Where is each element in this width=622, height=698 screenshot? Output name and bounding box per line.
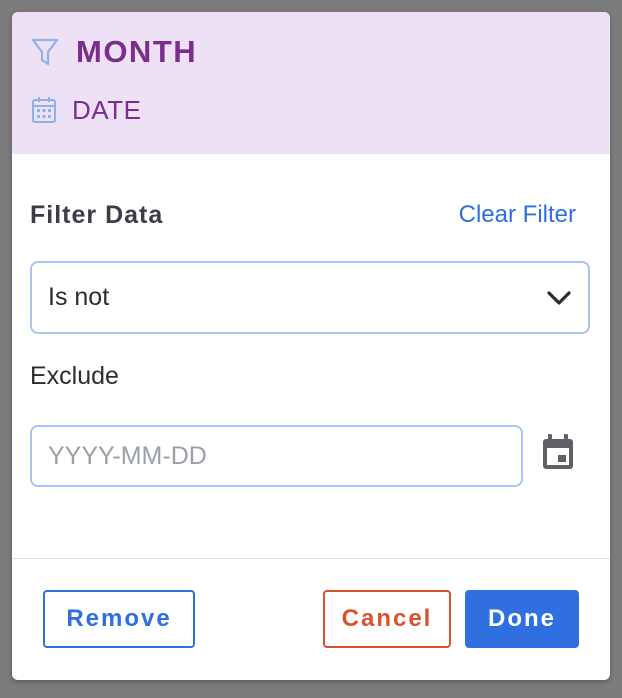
filter-dialog: MONTH DATE Filter Data Clear Filter Is n… <box>12 12 610 680</box>
dialog-title: MONTH <box>76 34 198 69</box>
dialog-subtitle: DATE <box>72 94 142 125</box>
footer-divider <box>12 558 610 559</box>
remove-button[interactable]: Remove <box>43 590 195 648</box>
filter-icon <box>31 38 59 66</box>
cancel-button[interactable]: Cancel <box>323 590 451 648</box>
filter-data-label: Filter Data <box>30 201 164 229</box>
header-subtitle-row: DATE <box>30 94 141 126</box>
date-input[interactable] <box>30 425 523 487</box>
calendar-picker-icon[interactable] <box>540 432 576 472</box>
operator-select-value: Is not <box>48 283 110 311</box>
calendar-icon <box>32 97 56 123</box>
dialog-header: MONTH DATE <box>12 12 610 154</box>
clear-filter-link[interactable]: Clear Filter <box>459 201 576 229</box>
exclude-label: Exclude <box>30 362 119 390</box>
operator-select[interactable]: Is not <box>30 261 590 334</box>
chevron-down-icon <box>547 291 571 305</box>
done-button[interactable]: Done <box>465 590 579 648</box>
header-title-row: MONTH <box>30 34 197 70</box>
